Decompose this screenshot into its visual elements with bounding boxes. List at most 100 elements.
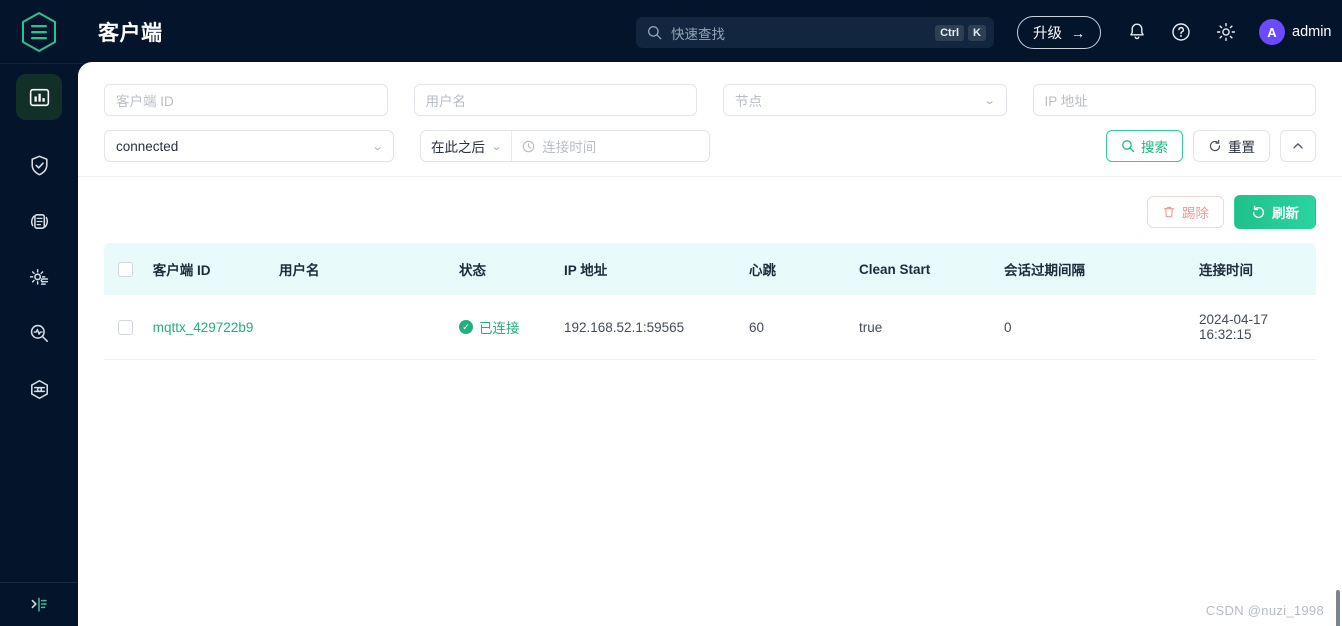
collapse-sidebar-icon [31,597,47,612]
search-button[interactable]: 搜索 [1106,130,1183,162]
reset-button[interactable]: 重置 [1193,130,1270,162]
emqx-hex-logo-icon [22,11,56,52]
cell-session-expiry: 0 [1004,295,1199,360]
node-select[interactable]: 节点 ⌄ [723,84,1007,116]
cell-client-id: mqttx_429722b9 [104,295,279,360]
cell-username [279,295,459,360]
username-placeholder: 用户名 [425,94,467,109]
reset-button-label: 重置 [1228,140,1255,155]
monitor-search-icon [30,324,48,342]
gear-settings-icon [29,268,48,285]
table-head: 客户端 ID 用户名 状态 IP 地址 心跳 Clean Start 会话过期间… [104,243,1316,295]
connect-time-filter: 在此之后 ⌄ 连接时间 [420,130,710,162]
check-circle-icon: ✓ [459,320,473,334]
col-session-expiry: 会话过期间隔 [1004,243,1199,295]
sidebar-item-dashboard[interactable] [16,74,62,120]
bell-icon [1130,23,1144,40]
help-circle-icon [1172,23,1190,41]
client-id-placeholder: 客户端 ID [116,94,174,109]
col-clean-start: Clean Start [859,243,1004,295]
app-logo[interactable] [0,0,78,64]
status-select-value: connected [116,138,179,154]
upgrade-label: 升级 [1033,26,1062,42]
cell-status: ✓ 已连接 [459,295,564,360]
top-bar: 客户端 快速查找 Ctrl K 升级 → A admin [0,0,1342,64]
sidebar-item-security[interactable] [16,142,62,188]
arrow-right-icon: → [1071,24,1085,41]
search-kbd-key: K [968,24,986,41]
sidebar-item-management[interactable] [16,254,62,300]
select-all-checkbox[interactable] [118,261,133,277]
client-id-input[interactable]: 客户端 ID [104,84,388,116]
node-placeholder: 节点 [735,94,762,109]
col-client-id-label: 客户端 ID [152,263,211,278]
collapse-filters-button[interactable] [1280,130,1316,162]
help-button[interactable] [1170,21,1192,43]
cell-keepalive: 60 [749,295,859,360]
chevron-down-icon: ⌄ [490,140,503,153]
time-mode-value: 在此之后 [431,140,485,155]
chevron-down-icon: ⌄ [371,140,384,153]
refresh-button-label: 刷新 [1272,206,1299,221]
col-status: 状态 [459,243,564,295]
sidebar-item-cluster[interactable] [16,366,62,412]
main-content: 客户端 ID 用户名 节点 ⌄ IP 地址 connected ⌄ 在此之后 ⌄… [78,62,1342,626]
table-body: mqttx_429722b9 ✓ 已连接 192.168.52.1:59565 … [104,295,1316,360]
status-label: 已连接 [479,321,520,336]
notifications-button[interactable] [1126,21,1148,43]
sidebar-item-diagnose[interactable] [16,310,62,356]
gear-icon [1216,22,1236,42]
table-toolbar: 踢除 刷新 [78,177,1342,243]
search-kbd-ctrl: Ctrl [935,24,965,41]
search-icon [648,26,662,40]
layers-hex-icon [30,379,48,399]
kick-button-label: 踢除 [1182,206,1209,221]
username-label[interactable]: admin [1292,24,1332,40]
status-select[interactable]: connected ⌄ [104,130,394,162]
ip-address-placeholder: IP 地址 [1044,94,1088,109]
col-keepalive: 心跳 [749,243,859,295]
status-badge: ✓ 已连接 [459,317,564,337]
refresh-icon [1252,205,1265,218]
upgrade-button[interactable]: 升级 → [1017,16,1101,49]
sidebar-collapse-toggle[interactable] [0,582,78,626]
app-root: 客户端 快速查找 Ctrl K 升级 → A admin 客户端 ID 用户名 … [0,0,1342,626]
sidebar [0,64,78,626]
search-placeholder-text: 快速查找 [671,26,725,42]
chevron-up-icon [1293,143,1303,149]
clients-table: 客户端 ID 用户名 状态 IP 地址 心跳 Clean Start 会话过期间… [104,243,1316,360]
username-input[interactable]: 用户名 [413,84,697,116]
connect-time-placeholder: 连接时间 [542,140,597,155]
col-ip-address: IP 地址 [564,243,749,295]
filter-row-1: 客户端 ID 用户名 节点 ⌄ IP 地址 [104,84,1316,116]
page-title: 客户端 [98,21,163,45]
settings-button[interactable] [1215,21,1237,43]
avatar[interactable]: A [1259,19,1285,45]
client-id-link[interactable]: mqttx_429722b9 [153,320,254,335]
database-sync-icon [30,213,48,229]
clients-table-wrap: 客户端 ID 用户名 状态 IP 地址 心跳 Clean Start 会话过期间… [78,243,1342,360]
watermark: CSDN @nuzi_1998 [1205,603,1324,618]
vertical-scrollbar[interactable] [1336,590,1340,626]
filter-actions: 搜索 重置 [1106,130,1316,162]
filter-panel: 客户端 ID 用户名 节点 ⌄ IP 地址 connected ⌄ 在此之后 ⌄… [78,62,1342,162]
search-icon [1122,140,1135,153]
dashboard-chart-icon [29,88,49,106]
cell-clean-start: true [859,295,1004,360]
global-search-input[interactable]: 快速查找 Ctrl K [636,17,994,48]
connect-time-input[interactable]: 连接时间 [512,131,709,161]
row-select-checkbox[interactable] [118,319,133,335]
clock-icon [522,140,535,152]
table-row[interactable]: mqttx_429722b9 ✓ 已连接 192.168.52.1:59565 … [104,295,1316,360]
kick-button[interactable]: 踢除 [1147,196,1224,228]
sidebar-item-data-integration[interactable] [16,198,62,244]
refresh-button[interactable]: 刷新 [1234,195,1316,229]
col-username: 用户名 [279,243,459,295]
chevron-down-icon: ⌄ [983,94,997,107]
col-client-id: 客户端 ID [104,243,279,295]
time-mode-select[interactable]: 在此之后 ⌄ [421,131,513,161]
table-header-row: 客户端 ID 用户名 状态 IP 地址 心跳 Clean Start 会话过期间… [104,243,1316,295]
cell-ip-address: 192.168.52.1:59565 [564,295,749,360]
ip-address-input[interactable]: IP 地址 [1032,84,1316,116]
col-connected-at: 连接时间 [1199,243,1316,295]
